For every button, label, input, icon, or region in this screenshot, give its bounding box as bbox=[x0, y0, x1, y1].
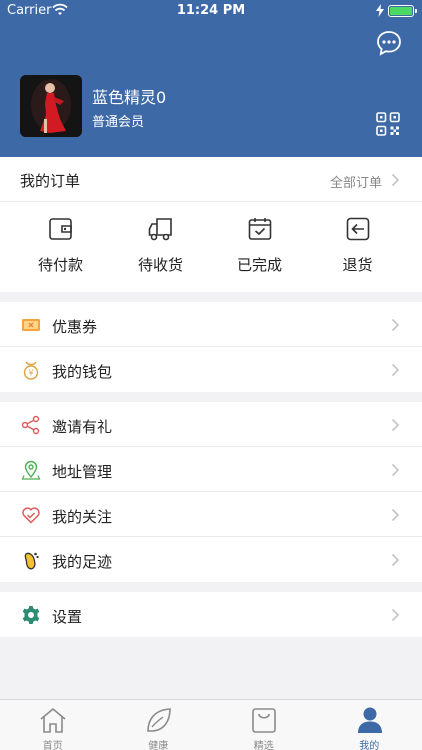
tab-label: 精选 bbox=[253, 741, 274, 750]
order-pending-payment[interactable]: 待付款 bbox=[8, 202, 113, 292]
chevron-right-icon bbox=[391, 608, 400, 622]
menu-item-label: 优惠券 bbox=[52, 318, 98, 336]
chevron-right-icon bbox=[391, 553, 400, 567]
avatar[interactable] bbox=[20, 75, 82, 137]
chevron-right-icon bbox=[391, 463, 400, 477]
orders-header[interactable]: 我的订单 全部订单 bbox=[0, 157, 422, 202]
menu-item-label: 我的钱包 bbox=[52, 363, 113, 381]
order-pending-receipt[interactable]: 待收货 bbox=[108, 202, 213, 292]
share-icon bbox=[21, 415, 40, 435]
tab-bar: 首页 健康 精选 我的 bbox=[0, 699, 422, 750]
order-item-label: 已完成 bbox=[236, 256, 282, 274]
heart-icon bbox=[22, 507, 40, 524]
return-icon bbox=[346, 217, 370, 241]
menu-item-label: 邀请有礼 bbox=[52, 418, 113, 436]
delivery-truck-icon bbox=[148, 218, 172, 241]
menu-group-social: 邀请有礼 地址管理 我的关注 我的足迹 bbox=[0, 402, 422, 582]
menu-item-footprints[interactable]: 我的足迹 bbox=[0, 537, 422, 582]
status-bar: Carrier 11:24 PM bbox=[0, 0, 422, 22]
order-item-label: 待付款 bbox=[37, 256, 83, 274]
calendar-check-icon bbox=[248, 218, 272, 240]
order-item-label: 待收货 bbox=[137, 256, 183, 274]
menu-group-settings: 设置 bbox=[0, 592, 422, 637]
chevron-right-icon bbox=[391, 363, 400, 377]
tab-label: 首页 bbox=[42, 741, 63, 750]
shopping-bag-icon bbox=[252, 708, 276, 733]
tab-home[interactable]: 首页 bbox=[0, 700, 106, 750]
username: 蓝色精灵0 bbox=[92, 88, 167, 107]
avatar-image bbox=[20, 75, 82, 137]
menu-item-label: 设置 bbox=[52, 608, 83, 626]
message-icon[interactable] bbox=[376, 30, 402, 56]
order-completed[interactable]: 已完成 bbox=[207, 202, 312, 292]
person-icon bbox=[357, 707, 382, 733]
footprint-icon bbox=[24, 552, 39, 570]
tab-featured[interactable]: 精选 bbox=[211, 700, 317, 750]
chevron-right-icon bbox=[391, 318, 400, 332]
membership-level: 普通会员 bbox=[92, 115, 145, 130]
menu-item-address[interactable]: 地址管理 bbox=[0, 447, 422, 492]
menu-item-settings[interactable]: 设置 bbox=[0, 592, 422, 637]
menu-item-label: 地址管理 bbox=[52, 463, 113, 481]
location-pin-icon bbox=[21, 460, 41, 480]
menu-item-wallet[interactable]: ¥ 我的钱包 bbox=[0, 347, 422, 392]
all-orders-link[interactable]: 全部订单 bbox=[330, 172, 382, 191]
home-icon bbox=[40, 707, 66, 733]
chevron-right-icon bbox=[391, 173, 400, 187]
charging-icon bbox=[376, 4, 384, 17]
menu-group-assets: 优惠券 ¥ 我的钱包 bbox=[0, 302, 422, 392]
orders-title: 我的订单 bbox=[20, 172, 81, 190]
profile-header: Carrier 11:24 PM 蓝色精灵0 普通会员 bbox=[0, 0, 422, 157]
chevron-right-icon bbox=[391, 508, 400, 522]
menu-item-label: 我的关注 bbox=[52, 508, 113, 526]
tab-mine[interactable]: 我的 bbox=[317, 700, 422, 750]
chevron-right-icon bbox=[391, 418, 400, 432]
coupon-icon bbox=[22, 319, 40, 331]
leaf-icon bbox=[146, 708, 171, 732]
tab-label: 我的 bbox=[359, 741, 380, 750]
money-bag-icon: ¥ bbox=[23, 361, 39, 380]
orders-section: 我的订单 全部订单 待付款 待收货 已完成 退货 bbox=[0, 157, 422, 292]
qr-code-icon[interactable] bbox=[376, 112, 400, 136]
tab-health[interactable]: 健康 bbox=[106, 700, 212, 750]
menu-item-label: 我的足迹 bbox=[52, 553, 113, 571]
wallet-icon bbox=[49, 218, 72, 240]
tab-label: 健康 bbox=[148, 741, 169, 750]
menu-item-invite[interactable]: 邀请有礼 bbox=[0, 402, 422, 447]
order-item-label: 退货 bbox=[342, 256, 373, 274]
gear-icon bbox=[22, 606, 40, 624]
battery-icon bbox=[388, 5, 417, 17]
menu-item-following[interactable]: 我的关注 bbox=[0, 492, 422, 537]
svg-text:¥: ¥ bbox=[28, 369, 33, 378]
status-time: 11:24 PM bbox=[176, 3, 246, 18]
menu-item-coupons[interactable]: 优惠券 bbox=[0, 302, 422, 347]
order-returns[interactable]: 退货 bbox=[305, 202, 410, 292]
